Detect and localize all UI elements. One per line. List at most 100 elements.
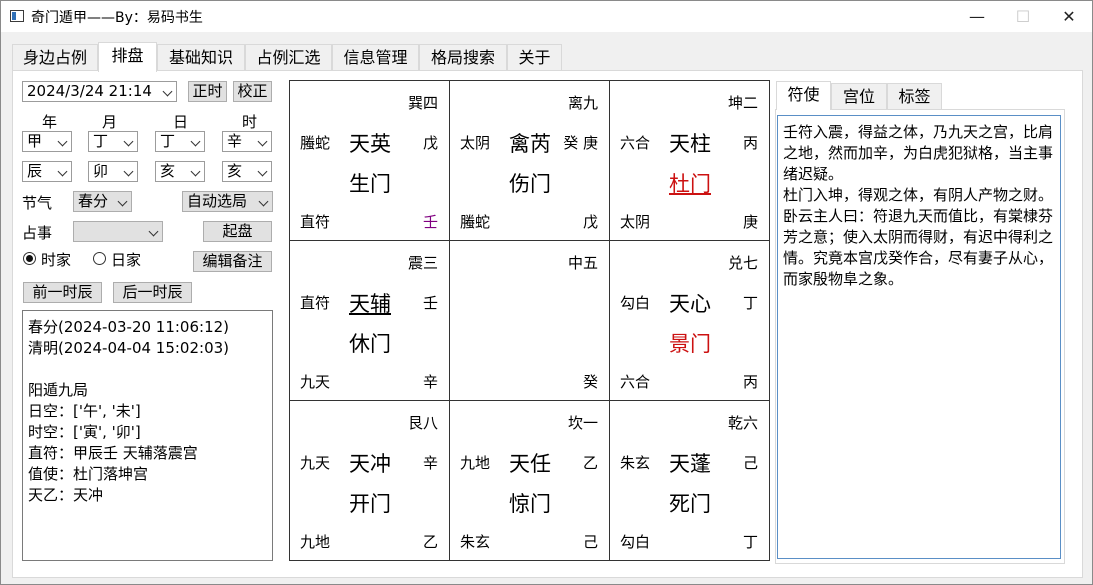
tab-shenbian[interactable]: 身边占例 [12,44,98,71]
day-header: 日 [173,113,189,131]
palace-cell: 乾六 朱玄 天蓬 己死门 勾白 丁 [610,401,770,561]
palace-god: 九地 [460,454,491,472]
palace-tgan: 丁 [742,294,758,312]
window-title: 奇门遁甲——By：易码书生 [31,10,203,26]
chevron-down-icon [119,198,127,206]
palace-gua: 震三 [407,254,438,272]
radio-rijia[interactable] [93,252,106,265]
zhanshi-label: 占事 [22,224,53,242]
palace-tgan: 壬 [422,294,438,312]
palace-tgan: 癸 庚 [563,134,598,152]
palace-door: 惊门 [509,492,551,516]
chevron-down-icon [260,198,268,206]
palace-tgan: 戊 [422,134,438,152]
palace-star: 天冲 [349,452,391,476]
day-stem-select[interactable]: 丁 [155,131,205,152]
palace-bottom-right: 癸 [582,373,598,391]
year-stem-select[interactable]: 甲 [22,131,72,152]
jieqi-select[interactable]: 春分 [73,191,132,212]
tab-jichu[interactable]: 基础知识 [157,44,245,71]
datetime-value: 2024/3/24 21:14 [27,82,152,100]
tab-paipan[interactable]: 排盘 [98,42,157,72]
chevron-down-icon [125,138,133,146]
radio-rijia-label: 日家 [111,251,142,269]
palace-bottom-left: 朱玄 [460,533,491,551]
year-branch-select[interactable]: 辰 [22,161,72,182]
radio-shijia-label: 时家 [41,251,72,269]
tab-xinxi[interactable]: 信息管理 [332,44,419,71]
month-branch-select[interactable]: 卯 [88,161,138,182]
tab-biaoqian[interactable]: 标签 [887,83,942,109]
next-hour-button[interactable]: 后一时辰 [113,282,192,303]
palace-star: 天辅 [349,292,391,316]
palace-door: 生门 [349,172,391,196]
maximize-button[interactable]: ☐ [1000,1,1046,32]
palace-bottom-left: 螣蛇 [460,213,491,231]
radio-shijia[interactable] [23,252,36,265]
qipan-button[interactable]: 起盘 [203,221,272,242]
tab-gongwei[interactable]: 宫位 [831,83,887,109]
info-line [28,359,272,380]
info-line: 时空：['寅', '卯'] [28,423,141,441]
palace-cell: 巽四 螣蛇 天英 戊生门 直符 壬 [290,81,450,241]
day-branch-value: 亥 [160,162,176,180]
palace-cell: 坤二 六合 天柱 丙杜门 太阴 庚 [610,81,770,241]
hour-branch-select[interactable]: 亥 [222,161,272,182]
info-line: 值使：杜门落坤宫 [28,465,149,483]
palace-cell: 兑七 勾白 天心 丁景门 六合 丙 [610,241,770,401]
ju-select[interactable]: 自动选局 [182,191,273,212]
day-stem-value: 丁 [160,132,176,150]
tab-geju[interactable]: 格局搜索 [419,44,507,71]
tab-fushi[interactable]: 符使 [776,81,831,110]
datetime-picker[interactable]: 2024/3/24 21:14 [22,81,177,102]
year-header: 年 [42,113,58,131]
palace-gua: 兑七 [727,254,758,272]
palace-gua: 离九 [567,94,598,112]
palace-door: 死门 [669,492,711,516]
info-line: 直符：甲辰壬 天辅落震宫 [28,444,198,462]
minimize-button[interactable]: — [954,1,1000,32]
hour-stem-select[interactable]: 辛 [222,131,272,152]
palace-bottom-right: 壬 [422,213,438,231]
palace-gua: 中五 [567,254,598,272]
palace-star: 天蓬 [669,452,711,476]
palace-cell: 中五癸 [450,241,610,401]
close-button[interactable]: ✕ [1046,1,1092,32]
chevron-down-icon [125,168,133,176]
palace-star: 天英 [349,132,391,156]
jieqi-label: 节气 [22,194,53,212]
app-icon [10,10,24,22]
palace-god: 太阴 [460,134,491,152]
jiugong-grid: 巽四 螣蛇 天英戊生门 直符壬离九 太阴 禽芮癸 庚伤门 螣蛇戊坤二 六合 天柱丙杜门 太阴庚震三… [289,80,770,561]
palace-star: 禽芮 [509,132,551,156]
now-button[interactable]: 正时 [188,81,227,102]
palace-bottom-left: 九天 [300,373,331,391]
calibrate-button[interactable]: 校正 [233,81,272,102]
tab-zhanli[interactable]: 占例汇选 [245,44,332,71]
hour-stem-value: 辛 [227,132,243,150]
palace-bottom-left: 六合 [620,373,651,391]
palace-god: 勾白 [620,294,651,312]
edit-note-button[interactable]: 编辑备注 [193,251,272,272]
chevron-down-icon [150,228,158,236]
zhanshi-select[interactable] [73,221,163,242]
tab-about[interactable]: 关于 [507,44,562,71]
hour-header: 时 [242,113,258,131]
fushi-paragraph: 杜门入坤，得观之体，有阴人产物之财。 [783,186,1054,204]
chevron-down-icon [192,138,200,146]
palace-star: 天柱 [669,132,711,156]
palace-gua: 巽四 [407,94,438,112]
month-stem-select[interactable]: 丁 [88,131,138,152]
palace-cell: 艮八 九天 天冲 辛开门 九地 乙 [290,401,450,561]
fushi-paragraph: 壬符入震，得益之体，乃九天之宫，比肩之地，然而加辛，为白虎犯狱格，当主事绪迟疑。 [783,123,1054,183]
chevron-down-icon [59,138,67,146]
day-branch-select[interactable]: 亥 [155,161,205,182]
fushi-textbox[interactable]: 壬符入震，得益之体，乃九天之宫，比肩之地，然而加辛，为白虎犯狱格，当主事绪迟疑。… [777,115,1061,559]
palace-door: 休门 [349,332,391,356]
prev-hour-button[interactable]: 前一时辰 [23,282,102,303]
chevron-down-icon [59,168,67,176]
info-textbox[interactable]: 春分(2024-03-20 11:06:12) 清明(2024-04-04 15… [22,310,273,561]
palace-door: 杜门 [669,172,711,196]
chevron-down-icon [259,138,267,146]
palace-bottom-left: 勾白 [620,533,651,551]
